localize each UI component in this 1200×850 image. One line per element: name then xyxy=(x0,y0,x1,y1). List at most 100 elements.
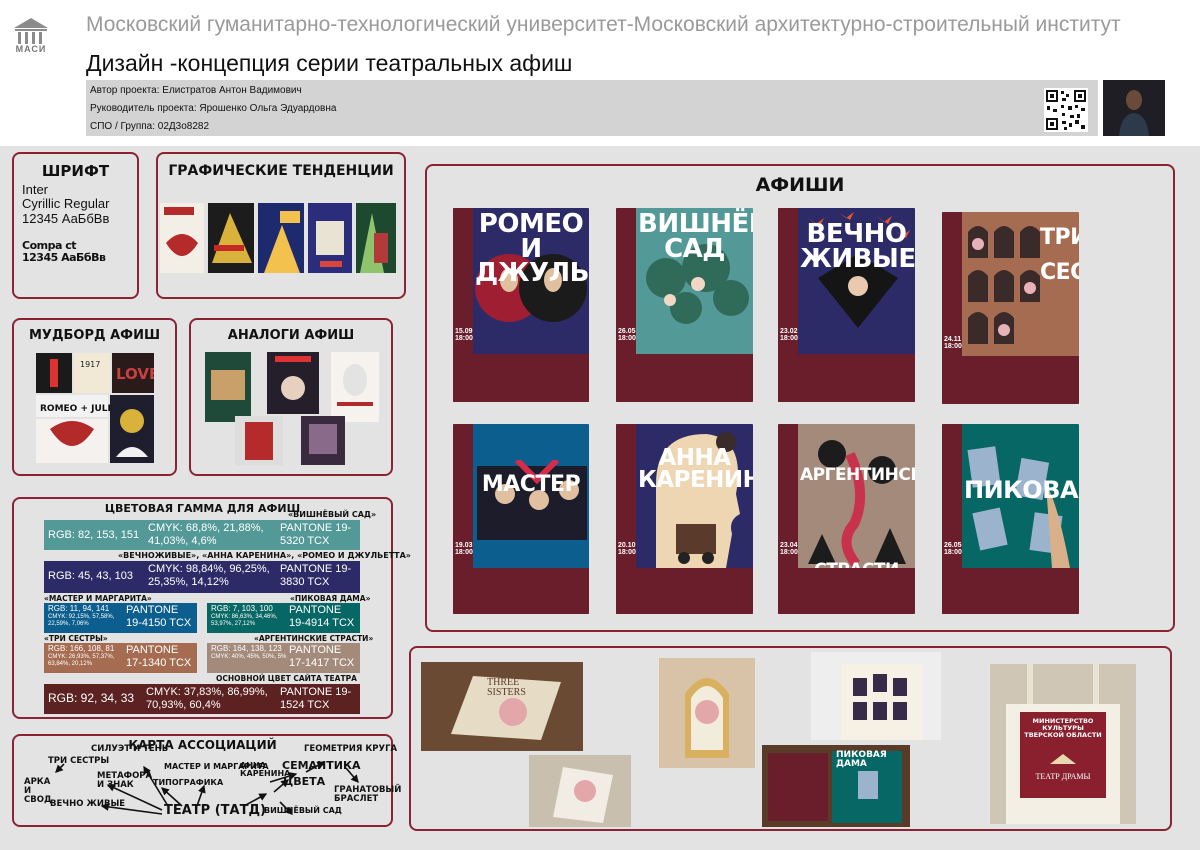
poster-title: ТРИ СЕСТРЫ xyxy=(1040,225,1079,286)
poster-title: ВЕЧНО ЖИВЫЕ xyxy=(800,219,915,274)
moodboard-heading: МУДБОРД АФИШ xyxy=(28,328,161,343)
bag-mockup: МИНИСТЕРСТВО КУЛЬТУРЫ ТВЕРСКОЙ ОБЛАСТИ Т… xyxy=(990,664,1136,824)
cmyk-value: CMYK: 26,93%, 57,37%, 63,84%, 20,12% xyxy=(48,654,115,668)
assoc-word: ЦВЕТА xyxy=(283,775,326,788)
poster-footer xyxy=(778,568,915,614)
assoc-word: ТРИ СЕСТРЫ xyxy=(48,756,110,766)
cmyk-value: CMYK: 92,15%, 57,58%, 22,59%, 7,06% xyxy=(48,614,115,628)
swatch-label: «ПИКОВАЯ ДАМА» xyxy=(290,594,371,603)
assoc-word: АРКА И СВОД xyxy=(24,777,52,805)
font-sample-inter: Inter Cyrillic Regular 12345 АаБбВв xyxy=(22,182,110,226)
rgb-value: RGB: 164, 138, 123 xyxy=(211,644,282,653)
poster-date: 20.10 18:00 xyxy=(618,542,636,556)
font-heading: ШРИФТ xyxy=(41,162,110,180)
assoc-word: ГРАНАТОВЫЙ БРАСЛЕТ xyxy=(334,785,402,804)
swatch-label: «АРГЕНТИНСКИЕ СТРАСТИ» xyxy=(254,634,374,643)
pantone-value: PANTONE 19-3830 TCX xyxy=(280,563,352,588)
poster-title: АННА КАРЕНИНА xyxy=(638,445,753,493)
color-swatch: RGB: 11, 94, 141 CMYK: 92,15%, 57,58%, 2… xyxy=(44,603,197,633)
university-name: Московский гуманитарно-технологический у… xyxy=(86,13,1121,36)
analogs-collage xyxy=(205,350,381,465)
poster: ВЕЧНО ЖИВЫЕ 23.02 18:00 xyxy=(778,208,915,402)
book-title: THREE SISTERS xyxy=(487,677,526,698)
poster-footer xyxy=(616,568,753,614)
swatch-label: «ВЕЧНОЖИВЫЕ», «АННА КАРЕНИНА», «РОМЕО И … xyxy=(118,551,411,560)
font-sample-line: Inter xyxy=(22,182,49,197)
posters-heading: АФИШИ xyxy=(755,174,845,196)
qr-code xyxy=(1044,88,1088,132)
cmyk-value: CMYK: 37,83%, 86,99%, 70,93%, 60,4% xyxy=(146,686,268,711)
poster-art xyxy=(968,226,1040,344)
assoc-word: ВЕЧНО ЖИВЫЕ xyxy=(50,799,126,809)
poster: ВИШНЁВЫЙ САД 26.05 18:00 xyxy=(616,208,753,402)
booklet-mockup: ПИКОВАЯ ДАМА xyxy=(762,745,910,827)
poster-date: 19.03 18:00 xyxy=(455,542,473,556)
svg-text:LOVE: LOVE xyxy=(116,365,154,383)
color-swatch: RGB: 92, 34, 33 CMYK: 37,83%, 86,99%, 70… xyxy=(44,684,360,714)
swatch-label: «ВИШНЁВЫЙ САД» xyxy=(288,510,377,519)
logo-label: МАСИ xyxy=(15,44,47,54)
color-swatch: RGB: 164, 138, 123 CMYK: 40%, 45%, 50%, … xyxy=(207,643,360,673)
poster-title: РОМЕО И ДЖУЛЬЕТТА xyxy=(475,209,589,289)
poster: МАСТЕР И МАРГАРИТА 19.03 18:00 xyxy=(453,424,589,614)
author-line: Автор проекта: Елистратов Антон Вадимови… xyxy=(90,85,302,96)
poster-date: 24.11 18:00 xyxy=(944,336,962,350)
poster-footer xyxy=(453,568,589,614)
pantone-value: PANTONE 19-4914 TCX xyxy=(289,604,355,629)
color-swatch: RGB: 166, 108, 81 CMYK: 26,93%, 57,37%, … xyxy=(44,643,197,673)
poster-date: 26.05 18:00 xyxy=(618,328,636,342)
bookmark-mockup xyxy=(659,658,755,768)
poster: ПИКОВАЯ ДАМА 26.05 18:00 xyxy=(942,424,1079,614)
project-title: Дизайн -концепция серии театральных афиш xyxy=(86,50,573,76)
swatch-label: «ТРИ СЕСТРЫ» xyxy=(44,634,108,643)
poster-date: 15.09 18:00 xyxy=(455,328,473,342)
assoc-word: СЕМАНТИКА xyxy=(282,759,361,772)
moodboard-collage: 1917 LOVE ROMEO + JULIET xyxy=(36,353,159,463)
poster-footer xyxy=(453,354,589,402)
poster: АННА КАРЕНИНА 20.10 18:00 xyxy=(616,424,753,614)
font-sample-line: Compa ct xyxy=(22,239,77,252)
tote-mockup xyxy=(811,652,941,740)
group-line: СПО / Группа: 02Д3о8282 xyxy=(90,121,210,132)
pantone-value: PANTONE 17-1340 TCX xyxy=(126,644,192,669)
booklet-title: ПИКОВАЯ ДАМА xyxy=(836,750,887,770)
assoc-word: ГЕОМЕТРИЯ КРУГА xyxy=(304,744,398,754)
poster-footer xyxy=(778,354,915,402)
rgb-value: RGB: 7, 103, 100 xyxy=(211,604,273,613)
poster-footer xyxy=(942,568,1079,614)
book-mockup-2 xyxy=(529,755,631,827)
color-swatch: RGB: 82, 153, 151 CMYK: 68,8%, 21,88%, 4… xyxy=(44,520,360,550)
author-photo xyxy=(1103,80,1165,136)
color-swatch: RGB: 45, 43, 103 CMYK: 98,84%, 96,25%, 2… xyxy=(44,561,360,593)
font-sample-line: 12345 АаБбВв xyxy=(22,250,106,264)
swatch-label: «МАСТЕР И МАРГАРИТА» xyxy=(44,594,152,603)
pantone-value: PANTONE 19-1524 TCX xyxy=(280,686,352,711)
assoc-word: АННА КАРЕНИНА xyxy=(240,761,291,779)
book-mockup: THREE SISTERS xyxy=(421,662,583,751)
pantone-value: PANTONE 19-5320 TCX xyxy=(280,522,352,547)
assoc-word: ТИПОГРАФИКА xyxy=(153,778,224,787)
rgb-value: RGB: 82, 153, 151 xyxy=(48,529,140,541)
font-sample-compact: Compa ct 12345 АаБбВв xyxy=(22,239,106,264)
poster-date: 23.04 18:00 xyxy=(780,542,798,556)
rgb-value: RGB: 45, 43, 103 xyxy=(48,570,133,582)
analogs-heading: АНАЛОГИ АФИШ xyxy=(227,328,355,343)
font-sample-line: 12345 АаБбВв xyxy=(22,210,110,226)
pantone-value: PANTONE 17-1417 TCX xyxy=(289,644,355,669)
poster: ТРИ СЕСТРЫ 24.11 18:00 xyxy=(942,212,1079,404)
swatch-label: ОСНОВНОЙ ЦВЕТ САЙТА ТЕАТРА xyxy=(216,674,357,683)
supervisor-line: Руководитель проекта: Ярошенко Ольга Эду… xyxy=(90,103,337,114)
font-sample-line: Cyrillic Regular xyxy=(22,196,110,212)
cmyk-value: CMYK: 86,63%, 34,46%, 53,97%, 27,12% xyxy=(211,614,278,628)
pantone-value: PANTONE 19-4150 TCX xyxy=(126,604,192,629)
assoc-word: СИЛУЭТ И ТЕНЬ xyxy=(91,744,169,754)
cmyk-value: CMYK: 68,8%, 21,88%, 41,03%, 4,6% xyxy=(148,522,264,547)
poster-title: ВИШНЁВЫЙ САД xyxy=(638,209,753,264)
cmyk-value: CMYK: 98,84%, 96,25%, 25,35%, 14,12% xyxy=(148,563,270,588)
color-swatch: RGB: 7, 103, 100 CMYK: 86,63%, 34,46%, 5… xyxy=(207,603,360,633)
rgb-value: RGB: 11, 94, 141 xyxy=(48,604,110,613)
cmyk-value: CMYK: 40%, 45%, 50%, 5% xyxy=(211,654,287,660)
rgb-value: RGB: 92, 34, 33 xyxy=(48,691,135,705)
poster-date: 23.02 18:00 xyxy=(780,328,798,342)
svg-text:1917: 1917 xyxy=(80,360,100,369)
